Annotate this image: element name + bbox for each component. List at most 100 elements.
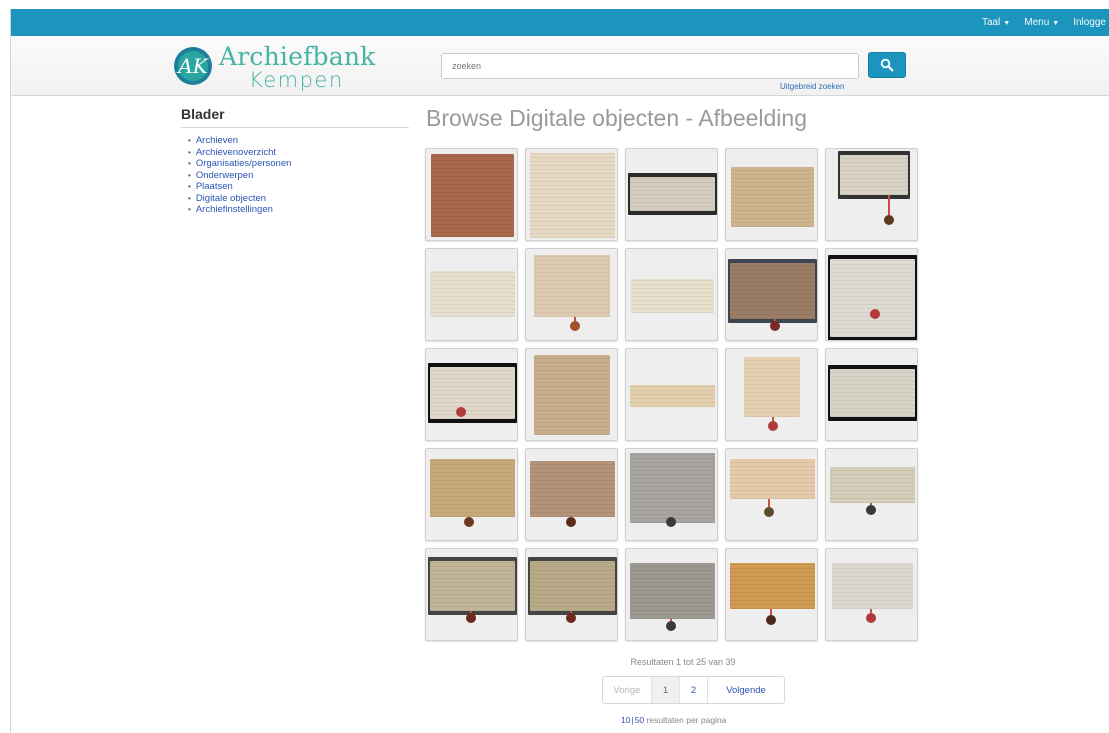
thumbnail-2[interactable]: [525, 148, 618, 241]
charter-document-image: [744, 357, 800, 417]
main-menu-label: Menu: [1024, 17, 1050, 28]
main-menu[interactable]: Menu ▼: [1024, 17, 1059, 28]
charter-document-image: [630, 563, 715, 619]
thumbnail-18[interactable]: [625, 448, 718, 541]
thumbnail-6[interactable]: [425, 248, 518, 341]
thumbnail-25[interactable]: [825, 548, 918, 641]
pagination: Vorige 1 2 Volgende: [602, 676, 785, 704]
charter-document-image: [840, 155, 908, 195]
thumbnail-8[interactable]: [625, 248, 718, 341]
thumbnail-11[interactable]: [425, 348, 518, 441]
thumbnail-10[interactable]: [825, 248, 918, 341]
thumbnail-22[interactable]: [525, 548, 618, 641]
logo-text: Archiefbank Kempen: [219, 44, 376, 91]
wax-seal: [884, 215, 894, 225]
search-button[interactable]: [868, 52, 906, 78]
sidebar-item-plaatsen[interactable]: Plaatsen: [188, 181, 409, 193]
thumbnail-20[interactable]: [825, 448, 918, 541]
search-icon: [880, 58, 894, 72]
pager-next-button[interactable]: Volgende: [708, 677, 784, 703]
charter-document-image: [730, 263, 815, 319]
thumbnail-16[interactable]: [425, 448, 518, 541]
caret-down-icon: ▼: [1003, 20, 1011, 27]
browser-viewport: Taal ▼ Menu ▼ Inlogge AK Archiefbank Kempe…: [10, 9, 1109, 733]
wax-seal: [870, 309, 880, 319]
charter-document-image: [830, 369, 915, 417]
wax-seal: [466, 613, 476, 623]
thumbnail-3[interactable]: [625, 148, 718, 241]
search-input[interactable]: [441, 53, 859, 79]
wax-seal: [866, 505, 876, 515]
charter-document-image: [430, 459, 515, 517]
sidebar-list: Archieven Archievenoverzicht Organisatie…: [181, 135, 409, 216]
sidebar-item-onderwerpen[interactable]: Onderwerpen: [188, 170, 409, 182]
sidebar-item-digitale-objecten[interactable]: Digitale objecten: [188, 193, 409, 205]
charter-document-image: [630, 385, 715, 407]
thumbnail-21[interactable]: [425, 548, 518, 641]
per-page-suffix: resultaten per pagina: [646, 715, 727, 725]
thumbnail-19[interactable]: [725, 448, 818, 541]
wax-seal: [464, 517, 474, 527]
sidebar-item-organisaties-personen[interactable]: Organisaties/personen: [188, 158, 409, 170]
language-menu[interactable]: Taal ▼: [982, 17, 1010, 28]
caret-down-icon: ▼: [1052, 20, 1060, 27]
svg-text:AK: AK: [176, 54, 208, 78]
charter-document-image: [830, 467, 915, 503]
thumbnail-15[interactable]: [825, 348, 918, 441]
site-header: AK Archiefbank Kempen Uitgebreid zoeken: [11, 36, 1109, 96]
charter-document-image: [630, 453, 715, 523]
logo-badge-icon: AK: [174, 47, 212, 85]
results-count: Resultaten 1 tot 25 van 39: [630, 657, 736, 667]
login-link[interactable]: Inlogge: [1073, 17, 1106, 28]
pager-previous-button: Vorige: [603, 677, 652, 703]
wax-seal: [764, 507, 774, 517]
wax-seal: [770, 321, 780, 331]
charter-document-image: [631, 279, 714, 313]
thumbnail-13[interactable]: [625, 348, 718, 441]
advanced-search-link[interactable]: Uitgebreid zoeken: [780, 82, 844, 91]
language-menu-label: Taal: [981, 17, 1001, 28]
charter-document-image: [530, 153, 615, 238]
thumbnail-17[interactable]: [525, 448, 618, 541]
wax-seal: [666, 621, 676, 631]
logo-line-1: Archiefbank: [219, 42, 376, 71]
pager-page-1: 1: [652, 677, 680, 703]
per-page-option-10[interactable]: 10: [621, 715, 630, 725]
thumbnail-1[interactable]: [425, 148, 518, 241]
sidebar-heading: Blader: [181, 106, 409, 128]
pager-page-2[interactable]: 2: [680, 677, 708, 703]
charter-document-image: [534, 255, 610, 317]
per-page-option-50[interactable]: 50: [635, 715, 644, 725]
charter-document-image: [430, 271, 515, 317]
thumbnail-grid: [425, 148, 925, 641]
thumbnail-9[interactable]: [725, 248, 818, 341]
logo-line-2: Kempen: [249, 68, 344, 92]
thumbnail-12[interactable]: [525, 348, 618, 441]
charter-document-image: [534, 355, 610, 435]
thumbnail-23[interactable]: [625, 548, 718, 641]
charter-document-image: [730, 563, 815, 609]
sidebar-item-archieven[interactable]: Archieven: [188, 135, 409, 147]
charter-document-image: [630, 177, 715, 211]
thumbnail-5[interactable]: [825, 148, 918, 241]
sidebar-item-archiefinstellingen[interactable]: Archiefinstellingen: [188, 204, 409, 216]
charter-document-image: [530, 461, 615, 517]
sidebar: Blader Archieven Archievenoverzicht Orga…: [181, 106, 409, 216]
sidebar-item-archievenoverzicht[interactable]: Archievenoverzicht: [188, 147, 409, 159]
charter-document-image: [530, 561, 615, 611]
top-menus: Taal ▼ Menu ▼ Inlogge: [982, 9, 1109, 36]
thumbnail-4[interactable]: [725, 148, 818, 241]
results-per-page: 10|50 resultaten per pagina: [621, 715, 726, 725]
charter-document-image: [431, 154, 514, 237]
wax-seal: [866, 613, 876, 623]
thumbnail-24[interactable]: [725, 548, 818, 641]
thumbnail-14[interactable]: [725, 348, 818, 441]
thumbnail-7[interactable]: [525, 248, 618, 341]
wax-seal: [570, 321, 580, 331]
search-bar: [441, 53, 861, 79]
wax-seal: [766, 615, 776, 625]
charter-document-image: [430, 561, 515, 611]
top-bar: Taal ▼ Menu ▼ Inlogge: [11, 9, 1109, 36]
charter-document-image: [730, 459, 815, 499]
site-logo[interactable]: AK Archiefbank Kempen: [173, 44, 403, 91]
